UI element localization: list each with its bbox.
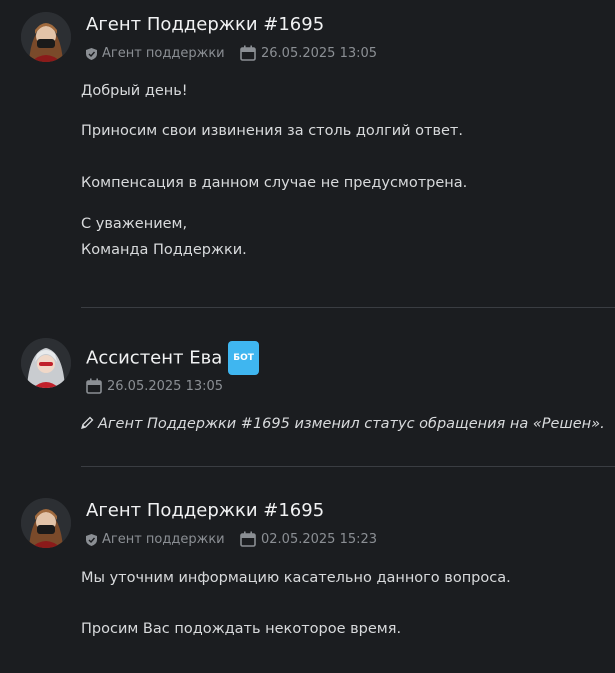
shield-icon: [86, 533, 97, 546]
message-line: Просим Вас подождать некоторое время.: [81, 621, 402, 637]
author-role: Агент поддержки: [86, 46, 225, 61]
date-text: 26.05.2025 13:05: [261, 45, 378, 61]
message-line: С уважением,: [81, 216, 188, 232]
author-role: Агент поддержки: [86, 532, 225, 547]
bot-badge: БОТ: [228, 341, 259, 375]
message-line: Приносим свои извинения за столь долгий …: [81, 123, 463, 139]
status-text: Агент Поддержки #1695 изменил статус обр…: [98, 416, 605, 432]
bot-avatar[interactable]: [21, 338, 71, 388]
author-name[interactable]: Ассистент Ева БОТ: [86, 341, 259, 375]
agent-avatar[interactable]: [21, 498, 71, 548]
shield-icon: [86, 47, 97, 60]
pencil-icon: [81, 416, 94, 429]
message-divider: [81, 466, 615, 467]
message-line: Мы уточним информацию касательно данного…: [81, 570, 511, 586]
date-text: 02.05.2025 15:23: [261, 531, 378, 547]
message-date: 02.05.2025 15:23: [240, 531, 377, 547]
calendar-icon: [240, 45, 256, 61]
message-date: 26.05.2025 13:05: [240, 45, 377, 61]
message-line: Компенсация в данном случае не предусмот…: [81, 175, 468, 191]
message-line: Команда Поддержки.: [81, 242, 247, 258]
date-text: 26.05.2025 13:05: [107, 378, 224, 394]
agent-avatar[interactable]: [21, 12, 71, 62]
author-label: Ассистент Ева: [86, 347, 223, 369]
author-name[interactable]: Агент Поддержки #1695: [86, 500, 324, 521]
message-line: Добрый день!: [81, 83, 188, 99]
message-divider: [81, 307, 615, 308]
role-label: Агент поддержки: [102, 46, 225, 61]
calendar-icon: [240, 531, 256, 547]
role-label: Агент поддержки: [102, 532, 225, 547]
status-change-line: Агент Поддержки #1695 изменил статус обр…: [81, 413, 605, 435]
calendar-icon: [86, 378, 102, 394]
message-date: 26.05.2025 13:05: [86, 378, 223, 394]
author-name[interactable]: Агент Поддержки #1695: [86, 14, 324, 35]
